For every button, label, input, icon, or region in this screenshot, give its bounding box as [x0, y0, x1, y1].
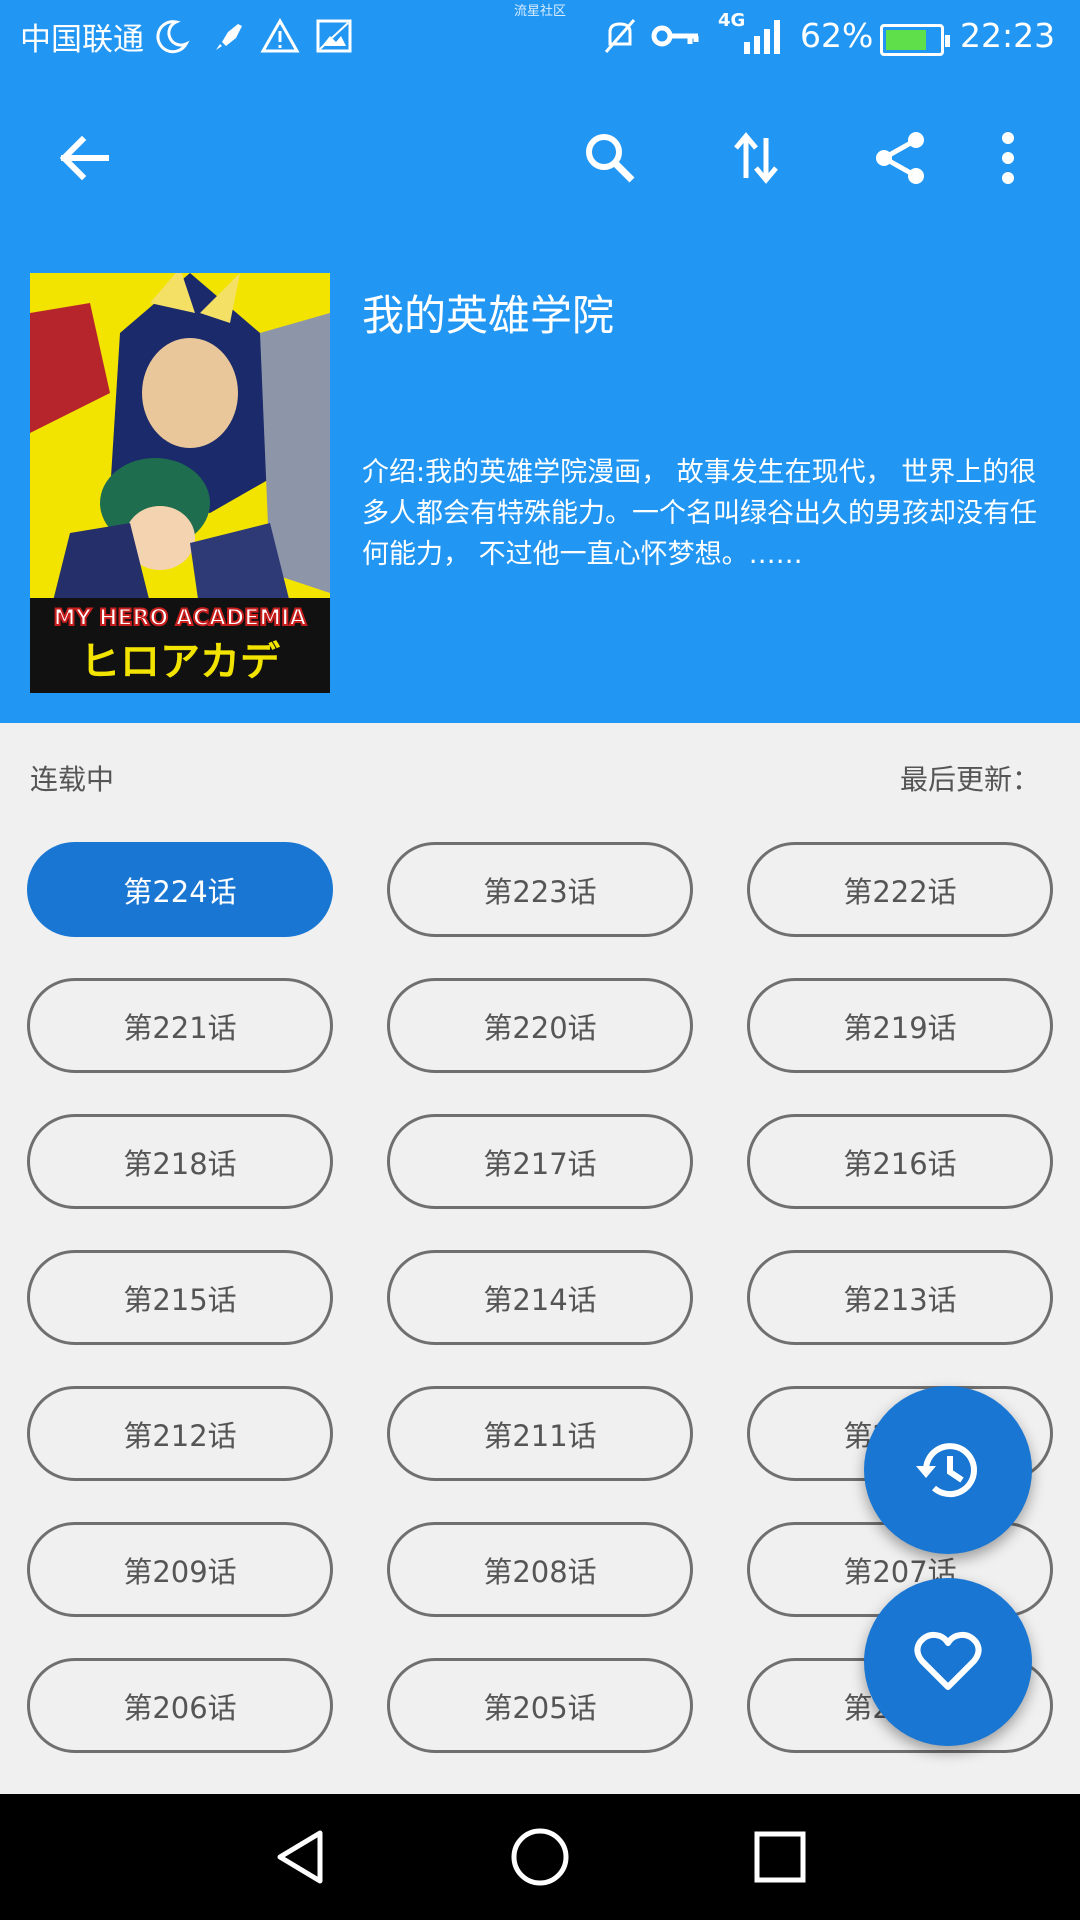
chapter-button[interactable]: 第222话 — [747, 842, 1053, 937]
chapter-button[interactable]: 第214话 — [387, 1250, 693, 1345]
last-update-label: 最后更新： — [899, 763, 1040, 796]
chapter-button[interactable]: 第216话 — [747, 1114, 1053, 1209]
comic-title: 我的英雄学院 — [362, 291, 615, 340]
chapter-button[interactable]: 第224话 — [27, 842, 333, 937]
chapter-button[interactable]: 第223话 — [387, 842, 693, 937]
chapter-button[interactable]: 第217话 — [387, 1114, 693, 1209]
history-fab[interactable] — [864, 1386, 1032, 1554]
system-nav-bar — [0, 1794, 1080, 1920]
battery-percent: 62% — [800, 16, 874, 55]
nav-home-icon — [511, 1828, 569, 1886]
share-button[interactable] — [860, 118, 940, 198]
share-icon — [876, 132, 924, 184]
moon-icon — [152, 16, 192, 56]
chapter-button[interactable]: 第209话 — [27, 1522, 333, 1617]
chapter-button[interactable]: 第211话 — [387, 1386, 693, 1481]
search-icon — [586, 134, 635, 183]
nav-recents-button[interactable] — [740, 1822, 820, 1892]
warning-icon — [260, 16, 300, 56]
rocket-icon — [208, 16, 248, 56]
carrier-label: 中国联通 — [20, 22, 144, 58]
vpn-key-icon — [650, 16, 702, 56]
sort-icon — [734, 132, 778, 184]
chapter-button[interactable]: 第208话 — [387, 1522, 693, 1617]
chapter-button[interactable]: 第215话 — [27, 1250, 333, 1345]
chapter-button[interactable]: 第206话 — [27, 1658, 333, 1753]
comic-description: 介绍:我的英雄学院漫画， 故事发生在现代， 世界上的很多人都会有特殊能力。一个名… — [362, 457, 1037, 570]
favorite-fab[interactable] — [864, 1578, 1032, 1746]
chapter-button[interactable]: 第205话 — [387, 1658, 693, 1753]
chapter-button[interactable]: 第218话 — [27, 1114, 333, 1209]
watermark-label: 流星社区 — [514, 4, 567, 19]
serial-status-label: 连载中 — [30, 763, 115, 796]
header-area: 中国联通 流星社区 4G 62% 22:23 MY HERO ACADEMIA … — [0, 0, 1080, 723]
svg-text:MY HERO ACADEMIA: MY HERO ACADEMIA — [54, 606, 307, 631]
back-arrow-icon — [59, 135, 109, 181]
nav-back-icon — [277, 1830, 323, 1884]
status-bar: 中国联通 流星社区 4G 62% 22:23 — [0, 0, 1080, 76]
chapter-button[interactable]: 第213话 — [747, 1250, 1053, 1345]
sort-button[interactable] — [716, 118, 796, 198]
back-button[interactable] — [44, 118, 124, 198]
chapter-button[interactable]: 第220话 — [387, 978, 693, 1073]
more-button[interactable] — [968, 118, 1048, 198]
history-icon — [916, 1443, 977, 1498]
search-button[interactable] — [570, 118, 650, 198]
battery-icon — [880, 24, 950, 56]
nav-recents-icon — [754, 1831, 806, 1883]
signal-icon — [740, 16, 790, 56]
image-icon — [314, 16, 354, 56]
nav-home-button[interactable] — [500, 1822, 580, 1892]
more-icon — [1002, 132, 1014, 184]
chapter-button[interactable]: 第212话 — [27, 1386, 333, 1481]
mute-icon — [600, 16, 640, 56]
heart-icon — [914, 1631, 982, 1690]
comic-cover-image: MY HERO ACADEMIA ヒロアカデ — [30, 273, 330, 693]
svg-text:ヒロアカデ: ヒロアカデ — [80, 639, 280, 685]
chapter-button[interactable]: 第221话 — [27, 978, 333, 1073]
nav-back-button[interactable] — [260, 1822, 340, 1892]
clock: 22:23 — [960, 16, 1056, 55]
chapter-button[interactable]: 第219话 — [747, 978, 1053, 1073]
